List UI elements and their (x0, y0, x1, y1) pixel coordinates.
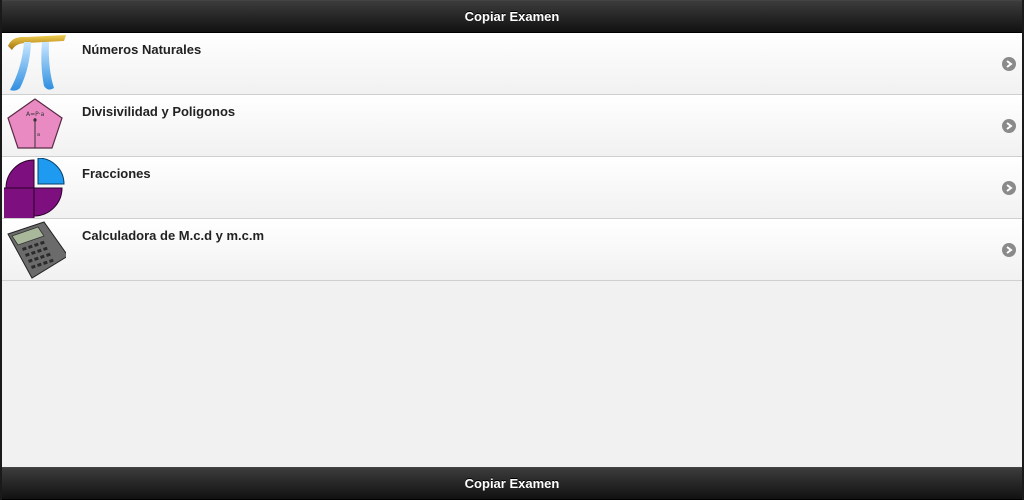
calculator-icon (4, 220, 66, 280)
pie-fraction-icon (4, 158, 66, 218)
svg-text:A=P·a: A=P·a (26, 111, 45, 118)
footer-title: Copiar Examen (464, 476, 560, 491)
chevron-right-icon (1002, 181, 1016, 195)
app-window: Copiar Examen Números Naturales A=P·a a … (0, 0, 1024, 500)
header-title: Copiar Examen (464, 9, 560, 24)
list-item-divisivilidad[interactable]: A=P·a a Divisivilidad y Poligonos (2, 95, 1022, 157)
footer-bar: Copiar Examen (2, 467, 1022, 500)
chevron-right-icon (1002, 243, 1016, 257)
list-item-calculadora[interactable]: Calculadora de M.c.d y m.c.m (2, 219, 1022, 281)
list-item-label: Números Naturales (82, 42, 202, 57)
chevron-right-icon (1002, 57, 1016, 71)
list-item-fracciones[interactable]: Fracciones (2, 157, 1022, 219)
topic-list: Números Naturales A=P·a a Divisivilidad … (2, 33, 1022, 281)
pentagon-icon: A=P·a a (4, 96, 66, 156)
list-item-label: Fracciones (82, 166, 151, 181)
pi-icon (4, 34, 66, 94)
chevron-right-icon (1002, 119, 1016, 133)
list-item-numeros-naturales[interactable]: Números Naturales (2, 33, 1022, 95)
list-item-label: Divisivilidad y Poligonos (82, 104, 236, 119)
header-bar: Copiar Examen (2, 0, 1022, 33)
list-item-label: Calculadora de M.c.d y m.c.m (82, 228, 265, 243)
svg-text:a: a (37, 132, 40, 138)
